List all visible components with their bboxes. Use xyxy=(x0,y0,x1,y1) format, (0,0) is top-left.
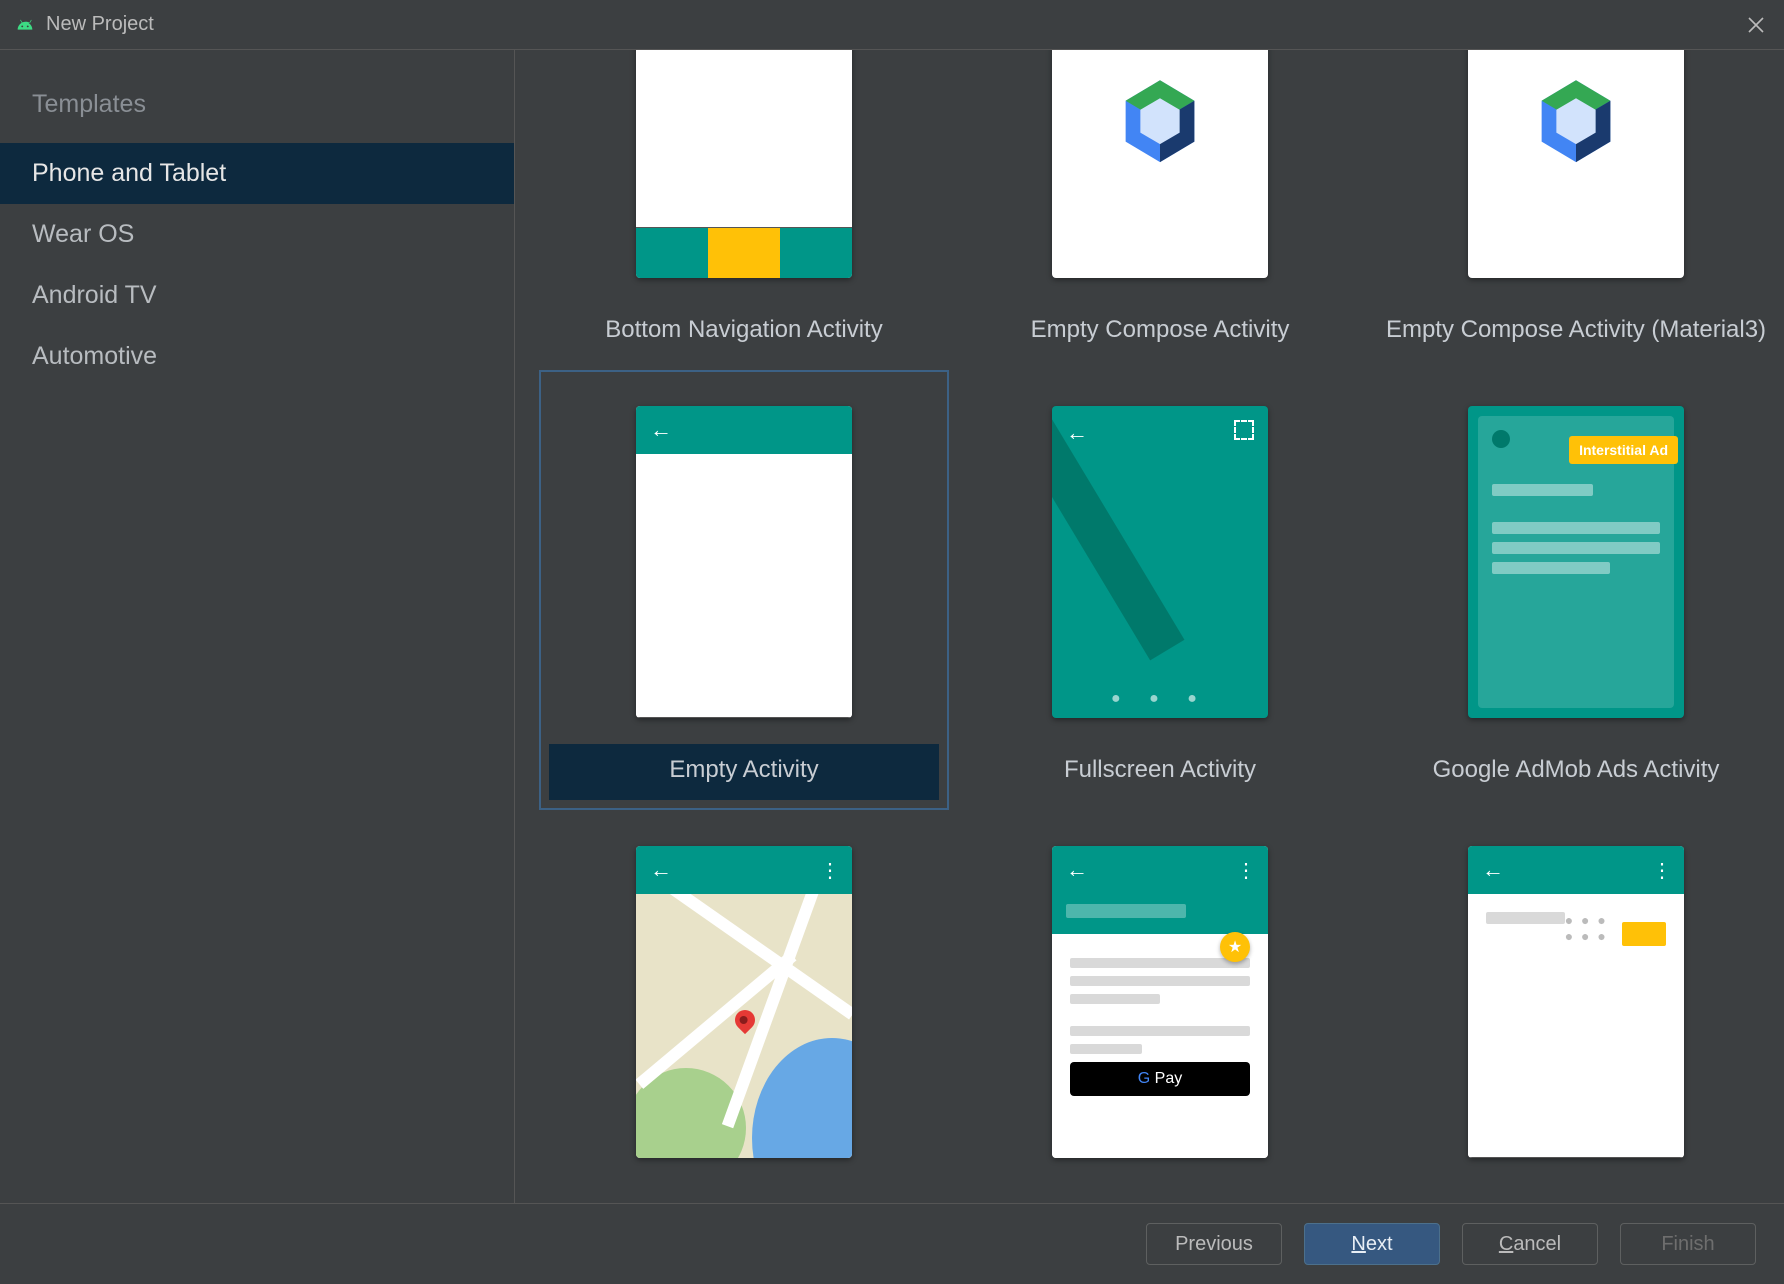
compose-hex-icon xyxy=(1119,77,1201,167)
preview-empty-activity: ← xyxy=(636,406,852,718)
sidebar-item-phone-tablet[interactable]: Phone and Tablet xyxy=(0,143,514,204)
overflow-icon: ⋮ xyxy=(1236,858,1254,883)
back-arrow-icon: ← xyxy=(650,417,672,443)
window-title: New Project xyxy=(46,13,154,36)
template-maps[interactable]: ←⋮ xyxy=(539,810,949,1194)
preview-bottom-nav xyxy=(636,50,852,278)
template-gallery: Bottom Navigation Activity Empty Compose… xyxy=(515,50,1784,1203)
overflow-icon: ⋮ xyxy=(1652,858,1670,883)
back-arrow-icon: ← xyxy=(1066,420,1088,446)
star-fab-icon: ★ xyxy=(1220,932,1250,962)
fullscreen-icon xyxy=(1234,420,1254,440)
template-google-pay[interactable]: ← ⋮ ★ G G PayPay xyxy=(955,810,1365,1194)
titlebar: New Project xyxy=(0,0,1784,50)
template-label: Empty Compose Activity xyxy=(965,304,1355,360)
compose-hex-icon xyxy=(1535,77,1617,167)
template-empty-compose[interactable]: Empty Compose Activity xyxy=(955,50,1365,370)
sidebar-heading: Templates xyxy=(0,90,514,143)
template-bottom-nav[interactable]: Bottom Navigation Activity xyxy=(539,50,949,370)
template-empty-compose-m3[interactable]: Empty Compose Activity (Material3) xyxy=(1371,50,1781,370)
template-admob[interactable]: Interstitial Ad Google AdMob Ads Activit… xyxy=(1371,370,1781,810)
template-label: Empty Activity xyxy=(549,744,939,800)
template-label: Fullscreen Activity xyxy=(965,744,1355,800)
sidebar-item-automotive[interactable]: Automotive xyxy=(0,326,514,387)
login-submit-icon xyxy=(1622,922,1666,946)
sidebar-item-wear-os[interactable]: Wear OS xyxy=(0,204,514,265)
finish-button[interactable]: Finish xyxy=(1620,1223,1756,1265)
next-button[interactable]: Next xyxy=(1304,1223,1440,1265)
close-button[interactable] xyxy=(1742,11,1770,39)
template-label: Empty Compose Activity (Material3) xyxy=(1381,304,1771,360)
preview-empty-compose xyxy=(1052,50,1268,278)
preview-login: ←⋮ ● ● ● ● ● ● xyxy=(1468,846,1684,1158)
android-icon xyxy=(14,14,36,36)
overflow-icon: ⋮ xyxy=(820,858,838,883)
gpay-chip: G G PayPay xyxy=(1070,1062,1250,1096)
back-arrow-icon: ← xyxy=(1482,857,1504,883)
close-icon xyxy=(1747,16,1765,34)
sidebar-item-android-tv[interactable]: Android TV xyxy=(0,265,514,326)
template-empty-activity[interactable]: ← Empty Activity xyxy=(539,370,949,810)
template-fullscreen[interactable]: ← ● ● ● Fullscreen Activity xyxy=(955,370,1365,810)
templates-sidebar: Templates Phone and Tablet Wear OS Andro… xyxy=(0,50,515,1203)
new-project-dialog: New Project Templates Phone and Tablet W… xyxy=(0,0,1784,1284)
preview-maps: ←⋮ xyxy=(636,846,852,1158)
preview-fullscreen: ← ● ● ● xyxy=(1052,406,1268,718)
preview-empty-compose-m3 xyxy=(1468,50,1684,278)
back-arrow-icon: ← xyxy=(1066,857,1088,883)
template-label: Google AdMob Ads Activity xyxy=(1381,744,1771,800)
pager-dots-icon: ● ● ● xyxy=(1052,690,1268,708)
template-label: Bottom Navigation Activity xyxy=(549,304,939,360)
dialog-footer: Previous Next Cancel Finish xyxy=(0,1204,1784,1284)
preview-admob: Interstitial Ad xyxy=(1468,406,1684,718)
template-login[interactable]: ←⋮ ● ● ● ● ● ● xyxy=(1371,810,1781,1194)
ad-badge: Interstitial Ad xyxy=(1569,436,1678,464)
back-arrow-icon: ← xyxy=(650,857,672,883)
cancel-button[interactable]: Cancel xyxy=(1462,1223,1598,1265)
previous-button[interactable]: Previous xyxy=(1146,1223,1282,1265)
preview-google-pay: ← ⋮ ★ G G PayPay xyxy=(1052,846,1268,1158)
